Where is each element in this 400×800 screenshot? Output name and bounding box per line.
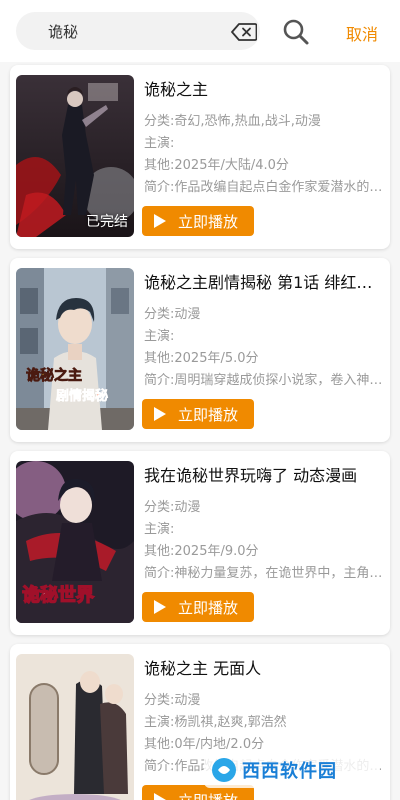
search-input[interactable]: 诡秘 [16,12,260,50]
play-button-label: 立即播放 [178,599,239,617]
result-card[interactable]: 诡秘世界 我在诡秘世界玩嗨了 动态漫画 分类:动漫 主演: 其他:2025年/9… [10,451,390,635]
cover-text-1: 诡秘世界 [22,584,94,606]
result-title[interactable]: 诡秘之主 无面人 [144,656,384,682]
play-button-label: 立即播放 [178,790,238,800]
result-title[interactable]: 我在诡秘世界玩嗨了 动态漫画 [144,463,384,489]
play-icon [154,214,166,228]
clear-input-icon[interactable] [231,23,257,41]
result-info: 诡秘之主 分类:奇幻,恐怖,热血,战斗,动漫 主演: 其他:2025年/大陆/4… [144,77,384,199]
result-category: 分类:动漫 [144,500,201,515]
result-card[interactable]: 诡秘之主 剧情揭秘 诡秘之主剧情揭秘 第1话 绯红之夜 分类:动漫 主演: 其他… [10,258,390,442]
search-icon[interactable] [282,18,310,46]
result-intro: 简介:神秘力量复苏，在诡世界中，主角获得奇遇 [144,566,384,581]
top-bar: 诡秘 取消 [0,0,400,62]
search-query-text: 诡秘 [48,23,79,41]
watermark-text: 西西软件园 [242,761,337,782]
status-badge: 已完结 [86,214,128,230]
result-title[interactable]: 诡秘之主剧情揭秘 第1话 绯红之夜 [144,270,384,296]
result-info: 诡秘之主剧情揭秘 第1话 绯红之夜 分类:动漫 主演: 其他:2025年/5.0… [144,270,384,392]
cover-title-art: 诡秘之主 剧情揭秘 [26,367,108,404]
result-cast: 主演: [144,136,175,151]
cover-text-2: 剧情揭秘 [56,388,108,404]
result-other: 其他:2025年/9.0分 [144,544,259,559]
cover-image[interactable] [16,654,134,800]
result-other: 其他:2025年/大陆/4.0分 [144,158,289,173]
result-category: 分类:奇幻,恐怖,热血,战斗,动漫 [144,114,321,129]
result-category: 分类:动漫 [144,693,201,708]
play-button[interactable]: 立即播放 [142,592,254,622]
cover-art-icon [16,654,134,800]
result-info: 我在诡秘世界玩嗨了 动态漫画 分类:动漫 主演: 其他:2025年/9.0分 简… [144,463,384,585]
result-intro: 简介:周明瑞穿越成侦探小说家，卷入神秘事件 [144,373,384,388]
result-cast: 主演:杨凯祺,赵爽,郭浩然 [144,715,287,730]
play-button[interactable]: 立即播放 [142,206,254,236]
watermark-logo-icon [212,758,236,782]
play-button-label: 立即播放 [178,406,239,424]
result-card[interactable]: 已完结 诡秘之主 分类:奇幻,恐怖,热血,战斗,动漫 主演: 其他:2025年/… [10,65,390,249]
cancel-button[interactable]: 取消 [346,21,378,45]
play-button[interactable]: 立即播放 [142,399,254,429]
result-list: 已完结 诡秘之主 分类:奇幻,恐怖,热血,战斗,动漫 主演: 其他:2025年/… [0,62,400,800]
cover-art-icon [16,268,134,430]
result-other: 其他:2025年/5.0分 [144,351,259,366]
result-category: 分类:动漫 [144,307,201,322]
cover-text-1: 诡秘之主 [26,367,82,384]
watermark: 西西软件园 [204,752,380,788]
result-intro: 简介:作品改编自起点白金作家爱潜水的乌贼的同名小说 [144,180,384,195]
play-icon [154,793,166,800]
cover-image[interactable]: 诡秘世界 [16,461,134,623]
cover-title-art: 诡秘世界 [22,583,95,606]
play-icon [154,600,166,614]
play-icon [154,407,166,421]
result-cast: 主演: [144,522,175,537]
play-button-label: 立即播放 [178,213,239,231]
result-cast: 主演: [144,329,175,344]
cover-image[interactable]: 诡秘之主 剧情揭秘 [16,268,134,430]
cover-image[interactable]: 已完结 [16,75,134,237]
result-title[interactable]: 诡秘之主 [144,77,384,103]
